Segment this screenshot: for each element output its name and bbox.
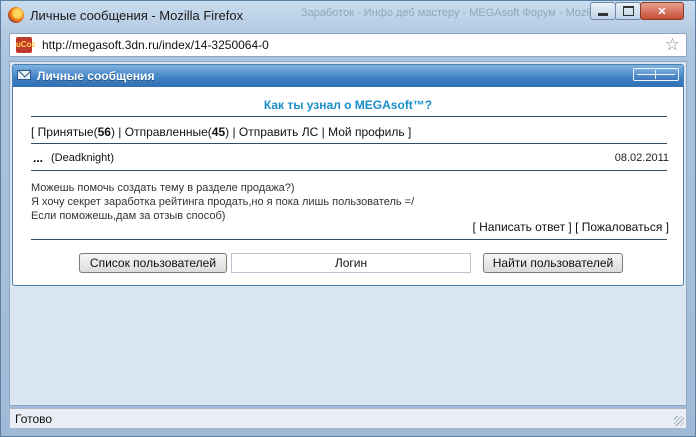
- bookmark-star-icon[interactable]: ☆: [665, 35, 680, 55]
- status-bar: Готово: [9, 408, 687, 429]
- my-profile-link[interactable]: Мой профиль: [328, 125, 405, 139]
- message-date: 08.02.2011: [614, 152, 669, 164]
- messages-nav: [ Принятые(56) | Отправленные(45) | Отпр…: [31, 125, 412, 139]
- find-users-button[interactable]: Найти пользователей: [483, 253, 623, 273]
- title-bar[interactable]: Личные сообщения - Mozilla Firefox Зараб…: [1, 1, 695, 29]
- divider: [31, 239, 667, 240]
- sent-link[interactable]: Отправленные(45): [125, 125, 229, 139]
- message-author[interactable]: (Deadknight): [51, 152, 114, 164]
- message-line: Можешь помочь создать тему в разделе про…: [31, 182, 295, 194]
- reply-link[interactable]: Написать ответ: [479, 220, 565, 234]
- panel-title: Личные сообщения: [37, 69, 155, 83]
- message-line: Я хочу секрет заработка рейтинга продать…: [31, 196, 415, 208]
- complain-link[interactable]: Пожаловаться: [582, 220, 663, 234]
- window-title: Личные сообщения - Mozilla Firefox: [30, 8, 244, 23]
- send-message-link[interactable]: Отправить ЛС: [239, 125, 318, 139]
- panel-header[interactable]: Личные сообщения: [13, 65, 683, 87]
- browser-window: Личные сообщения - Mozilla Firefox Зараб…: [0, 0, 696, 437]
- background-window-title: Заработок - Инфо деб мастеру - MEGAsoft …: [301, 7, 600, 19]
- message-actions: [ Написать ответ ] [ Пожаловаться ]: [472, 220, 669, 234]
- site-favicon-icon: uCoz: [16, 37, 36, 53]
- message-subject-link[interactable]: ...: [33, 151, 43, 165]
- minimize-icon: [598, 12, 608, 16]
- message-body: Можешь помочь создать тему в разделе про…: [31, 181, 631, 223]
- close-button[interactable]: ✕: [640, 2, 684, 20]
- page-content: Личные сообщения Как ты узнал о MEGAsoft…: [9, 61, 687, 406]
- maximize-button[interactable]: [615, 2, 641, 20]
- messages-panel: Личные сообщения Как ты узнал о MEGAsoft…: [12, 64, 684, 286]
- address-bar[interactable]: uCoz http://megasoft.3dn.ru/index/14-325…: [9, 33, 687, 57]
- close-icon: ✕: [657, 5, 667, 18]
- divider: [31, 116, 667, 117]
- panel-resize-handle[interactable]: [633, 68, 679, 81]
- firefox-icon: [8, 7, 24, 23]
- inbox-link[interactable]: Принятые(56): [38, 125, 115, 139]
- user-list-button[interactable]: Список пользователей: [79, 253, 227, 273]
- login-search-input[interactable]: [231, 253, 471, 273]
- minimize-button[interactable]: [590, 2, 616, 20]
- url-text[interactable]: http://megasoft.3dn.ru/index/14-3250064-…: [42, 38, 269, 52]
- page-heading-link[interactable]: Как ты узнал о MEGAsoft™?: [13, 98, 683, 112]
- resize-grip-icon[interactable]: [674, 416, 684, 426]
- envelope-icon: [17, 70, 31, 80]
- divider: [31, 143, 667, 144]
- maximize-icon: [622, 6, 634, 16]
- divider: [31, 170, 667, 171]
- status-text: Готово: [15, 412, 53, 426]
